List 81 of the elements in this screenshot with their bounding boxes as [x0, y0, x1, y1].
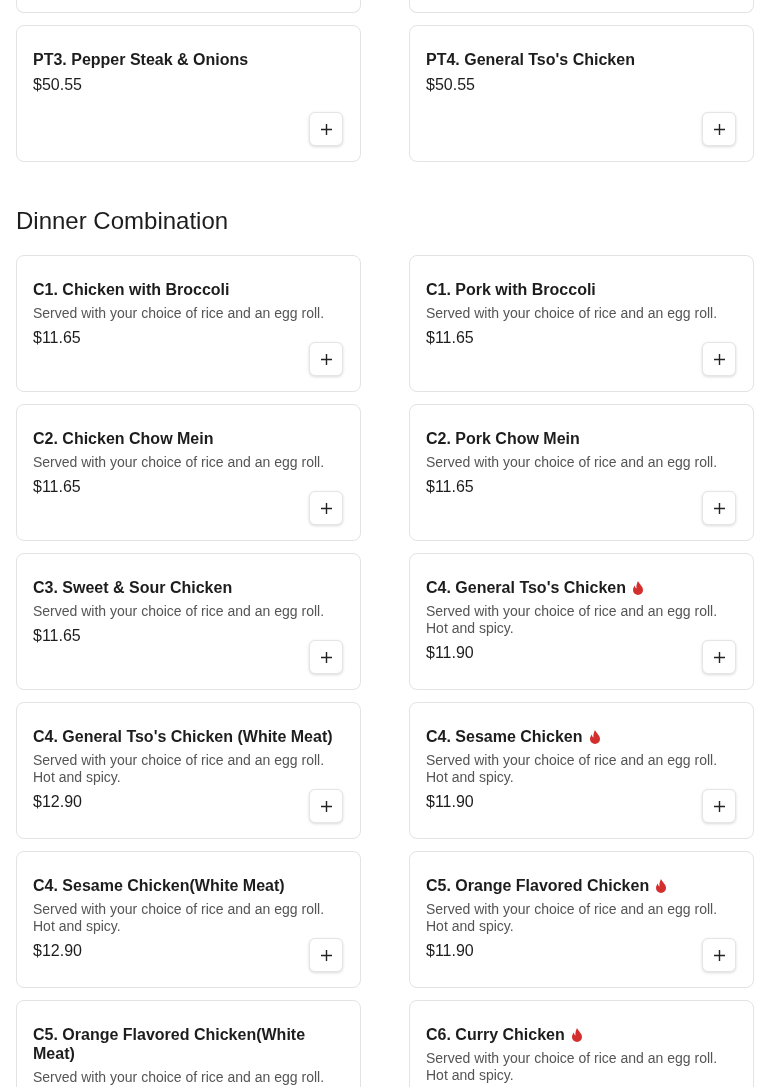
flame-icon — [588, 729, 601, 744]
section-title: Dinner Combination — [16, 206, 230, 236]
item-description: Served with your choice of rice and an egg roll. Hot and spicy. — [426, 752, 719, 786]
add-button[interactable] — [702, 491, 736, 525]
add-button[interactable] — [702, 342, 736, 376]
item-price: $11.65 — [33, 626, 81, 646]
item-description: Served with your choice of rice and an egg roll. — [33, 305, 326, 322]
item-name: C2. Pork Chow Mein — [426, 429, 580, 448]
menu-item-card[interactable]: C1. Chicken with Broccoli Served with your choice of rice and an egg roll. $11.65 — [16, 255, 361, 392]
item-price: $12.90 — [33, 941, 82, 961]
item-description: Served with your choice of rice and an egg roll. — [33, 454, 326, 471]
menu-item-card[interactable]: C4. General Tso's Chicken (White Meat) Served with your choice of rice and an egg roll. Hot and spicy. $12.90 — [16, 702, 361, 839]
add-button[interactable] — [309, 938, 343, 972]
item-name: C4. Sesame Chicken — [426, 727, 583, 746]
item-price: $50.55 — [426, 75, 475, 95]
menu-item-card[interactable]: C5. Orange Flavored Chicken Served with your choice of rice and an egg roll. Hot and spicy. $11.90 — [409, 851, 754, 988]
add-button[interactable] — [309, 112, 343, 146]
item-price: $11.65 — [33, 328, 81, 348]
menu-item-card[interactable]: C4. Sesame Chicken(White Meat) Served with your choice of rice and an egg roll. Hot and spicy. $12.90 — [16, 851, 361, 988]
item-name: C6. Curry Chicken — [426, 1025, 565, 1044]
menu-item-card[interactable]: C6. Curry Chicken Served with your choice of rice and an egg roll. Hot and spicy. — [409, 1000, 754, 1087]
plus-icon — [320, 353, 332, 365]
item-description: Served with your choice of rice and an egg roll. Hot and spicy. — [33, 901, 326, 935]
item-price: $11.90 — [426, 792, 474, 812]
menu-item-card[interactable]: C1. Pork with Broccoli Served with your choice of rice and an egg roll. $11.65 — [409, 255, 754, 392]
menu-item-card[interactable]: C2. Pork Chow Mein Served with your choice of rice and an egg roll. $11.65 — [409, 404, 754, 541]
plus-icon — [320, 651, 332, 663]
item-price: $11.90 — [426, 643, 474, 663]
plus-icon — [713, 502, 725, 514]
flame-icon — [570, 1027, 583, 1042]
item-name: C4. Sesame Chicken(White Meat) — [33, 876, 285, 895]
item-price: $11.65 — [426, 328, 474, 348]
item-description: Served with your choice of rice and an egg roll. — [426, 305, 719, 322]
add-button[interactable] — [309, 789, 343, 823]
item-name: C5. Orange Flavored Chicken — [426, 876, 650, 895]
plus-icon — [713, 651, 725, 663]
menu-item-card[interactable]: C2. Chicken Chow Mein Served with your choice of rice and an egg roll. $11.65 — [16, 404, 361, 541]
plus-icon — [320, 502, 332, 514]
plus-icon — [713, 949, 725, 961]
add-button[interactable] — [702, 789, 736, 823]
item-description: Served with your choice of rice and an egg roll. Hot and spicy. — [426, 1050, 719, 1084]
item-price: $11.65 — [33, 477, 81, 497]
add-button[interactable] — [309, 342, 343, 376]
item-name: PT4. General Tso's Chicken — [426, 50, 635, 69]
plus-icon — [713, 353, 725, 365]
flame-icon — [655, 878, 668, 893]
item-name: C3. Sweet & Sour Chicken — [33, 578, 233, 597]
plus-icon — [320, 123, 332, 135]
menu-item-card[interactable]: PT4. General Tso's Chicken $50.55 — [409, 25, 754, 162]
menu-item-card[interactable]: PT3. Pepper Steak & Onions $50.55 — [16, 25, 361, 162]
item-price: $11.65 — [426, 477, 474, 497]
item-price: $50.55 — [33, 75, 82, 95]
item-description: Served with your choice of rice and an egg roll. Hot and spicy. — [426, 901, 719, 935]
item-name: C4. General Tso's Chicken (White Meat) — [33, 727, 333, 746]
plus-icon — [713, 800, 725, 812]
item-description: Served with your choice of rice and an egg roll. — [426, 454, 719, 471]
add-button[interactable] — [702, 938, 736, 972]
plus-icon — [320, 949, 332, 961]
item-name: C1. Chicken with Broccoli — [33, 280, 230, 299]
menu-item-card[interactable]: C4. General Tso's Chicken Served with your choice of rice and an egg roll. Hot and spicy. $11.90 — [409, 553, 754, 690]
item-name: C2. Chicken Chow Mein — [33, 429, 214, 448]
flame-icon — [632, 580, 645, 595]
add-button[interactable] — [309, 640, 343, 674]
add-button[interactable] — [702, 112, 736, 146]
item-name: PT3. Pepper Steak & Onions — [33, 50, 249, 69]
plus-icon — [713, 123, 725, 135]
plus-icon — [320, 800, 332, 812]
item-name: C1. Pork with Broccoli — [426, 280, 596, 299]
item-name: C5. Orange Flavored Chicken(White Meat) — [33, 1025, 307, 1063]
item-price: $11.90 — [426, 941, 474, 961]
menu-item-card[interactable]: C5. Orange Flavored Chicken(White Meat) Served with your choice of rice and an egg roll. — [16, 1000, 361, 1087]
menu-item-card[interactable]: C4. Sesame Chicken Served with your choice of rice and an egg roll. Hot and spicy. $11.90 — [409, 702, 754, 839]
item-description: Served with your choice of rice and an egg roll. — [33, 1069, 326, 1086]
item-description: Served with your choice of rice and an egg roll. Hot and spicy. — [33, 752, 326, 786]
add-button[interactable] — [309, 491, 343, 525]
item-name: C4. General Tso's Chicken — [426, 578, 627, 597]
menu-item-card[interactable]: C3. Sweet & Sour Chicken Served with your choice of rice and an egg roll. $11.65 — [16, 553, 361, 690]
item-description: Served with your choice of rice and an egg roll. — [33, 603, 326, 620]
item-description: Served with your choice of rice and an egg roll. Hot and spicy. — [426, 603, 719, 637]
add-button[interactable] — [702, 640, 736, 674]
item-price: $12.90 — [33, 792, 82, 812]
